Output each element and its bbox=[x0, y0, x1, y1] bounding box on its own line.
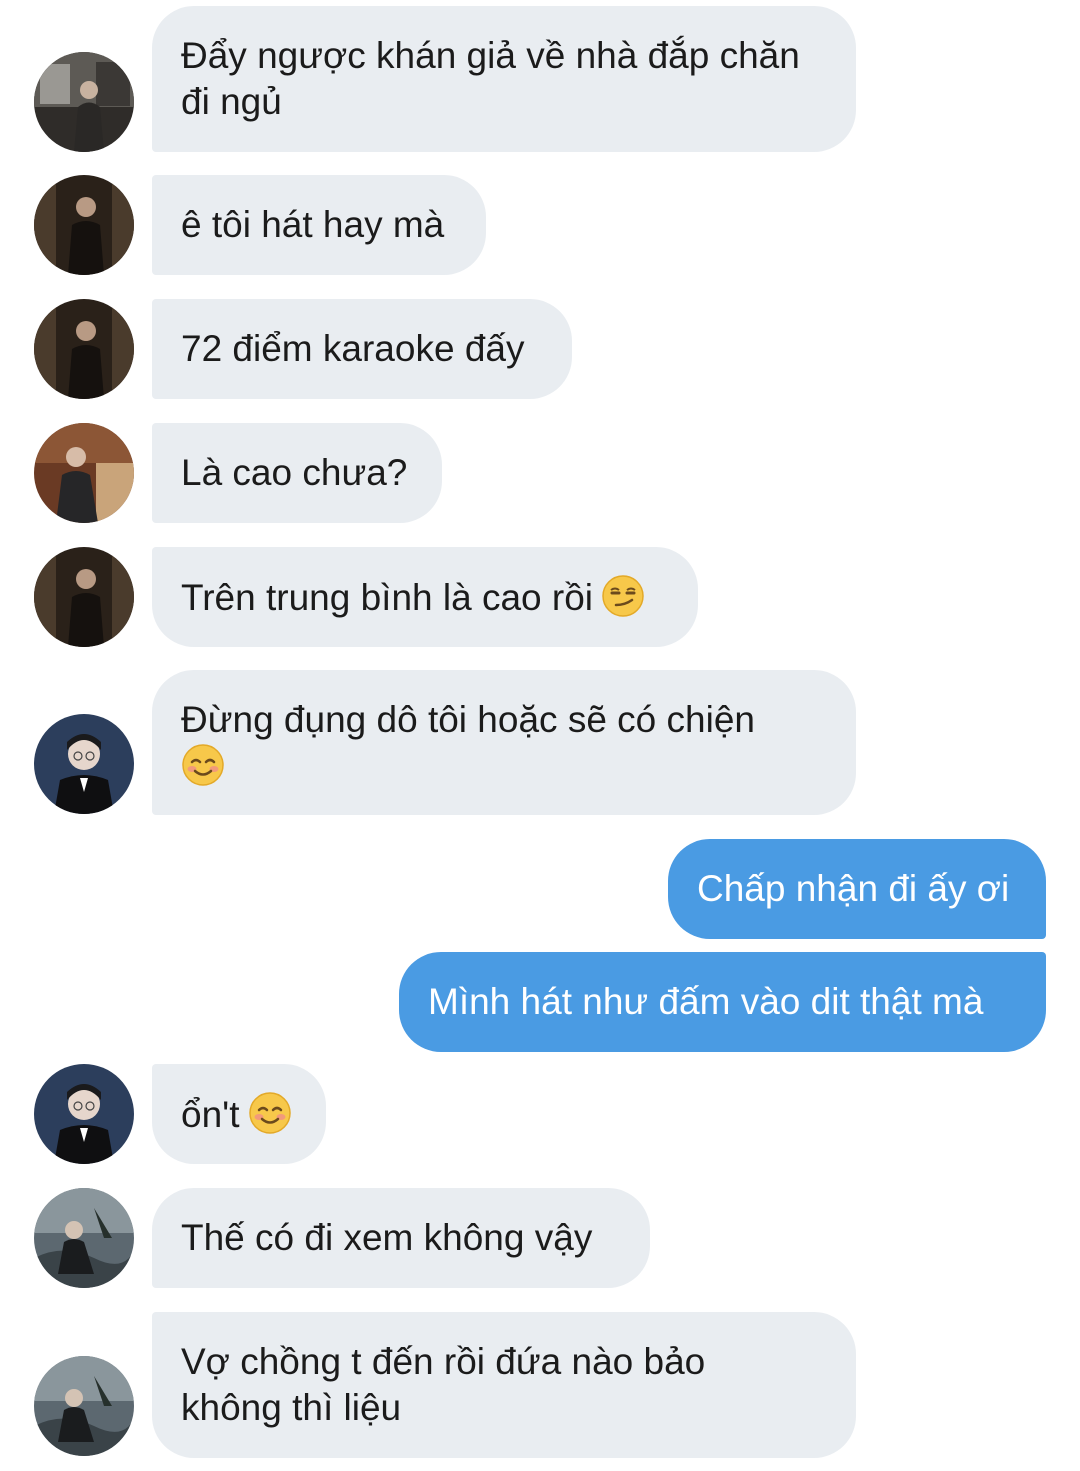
message-bubble[interactable]: ê tôi hát hay mà bbox=[152, 175, 486, 275]
message-text: Vợ chồng t đến rồi đứa nào bảo bbox=[181, 1341, 706, 1382]
message-bubble[interactable]: Đừng đụng dô tôi hoặc sẽ có chiện bbox=[152, 670, 856, 815]
avatar[interactable] bbox=[34, 1356, 134, 1456]
avatar[interactable] bbox=[34, 714, 134, 814]
message-text-line bbox=[181, 743, 826, 790]
message-bubble[interactable]: Trên trung bình là cao rồi bbox=[152, 547, 698, 647]
person-photo-icon bbox=[34, 1188, 134, 1288]
person-photo-icon bbox=[34, 52, 134, 152]
message-text: Trên trung bình là cao rồi bbox=[181, 577, 594, 618]
person-photo-icon bbox=[34, 1064, 134, 1164]
person-photo-icon bbox=[34, 299, 134, 399]
person-photo-icon bbox=[34, 1356, 134, 1456]
message-bubble[interactable]: Đẩy ngược khán giả về nhà đắp chăn đi ng… bbox=[152, 6, 856, 152]
person-photo-icon bbox=[34, 714, 134, 814]
person-photo-icon bbox=[34, 547, 134, 647]
message-text-line: Trên trung bình là cao rồi bbox=[181, 574, 668, 621]
message-text: đi ngủ bbox=[181, 81, 282, 122]
avatar[interactable] bbox=[34, 175, 134, 275]
message-bubble[interactable]: Vợ chồng t đến rồi đứa nào bảo không thì… bbox=[152, 1312, 856, 1458]
message-text: không thì liệu bbox=[181, 1387, 402, 1428]
message-text: ê tôi hát hay mà bbox=[181, 204, 445, 245]
avatar[interactable] bbox=[34, 52, 134, 152]
message-bubble[interactable]: 72 điểm karaoke đấy bbox=[152, 299, 572, 399]
message-text: Là cao chưa? bbox=[181, 452, 408, 493]
avatar[interactable] bbox=[34, 1064, 134, 1164]
message-bubble[interactable]: Mình hát như đấm vào dit thật mà bbox=[399, 952, 1046, 1052]
message-text: Thế có đi xem không vậy bbox=[181, 1217, 593, 1258]
message-bubble[interactable]: Thế có đi xem không vậy bbox=[152, 1188, 650, 1288]
smiling-face-emoji bbox=[181, 743, 225, 787]
avatar[interactable] bbox=[34, 299, 134, 399]
message-bubble[interactable]: ổn't bbox=[152, 1064, 326, 1164]
smirking-face-emoji bbox=[601, 574, 645, 618]
chat-thread: Đẩy ngược khán giả về nhà đắp chăn đi ng… bbox=[0, 0, 1080, 1471]
message-text: Chấp nhận đi ấy ơi bbox=[697, 868, 1010, 909]
person-photo-icon bbox=[34, 175, 134, 275]
avatar[interactable] bbox=[34, 547, 134, 647]
person-photo-icon bbox=[34, 423, 134, 523]
message-text-line: ổn't bbox=[181, 1091, 296, 1138]
smiling-face-emoji bbox=[248, 1091, 292, 1135]
avatar[interactable] bbox=[34, 1188, 134, 1288]
message-text: Đẩy ngược khán giả về nhà đắp chăn bbox=[181, 35, 800, 76]
message-text: 72 điểm karaoke đấy bbox=[181, 328, 525, 369]
message-text: Mình hát như đấm vào dit thật mà bbox=[428, 981, 984, 1022]
avatar[interactable] bbox=[34, 423, 134, 523]
message-text: Đừng đụng dô tôi hoặc sẽ có chiện bbox=[181, 699, 755, 740]
message-text: ổn't bbox=[181, 1094, 240, 1135]
message-bubble[interactable]: Chấp nhận đi ấy ơi bbox=[668, 839, 1046, 939]
message-bubble[interactable]: Là cao chưa? bbox=[152, 423, 442, 523]
